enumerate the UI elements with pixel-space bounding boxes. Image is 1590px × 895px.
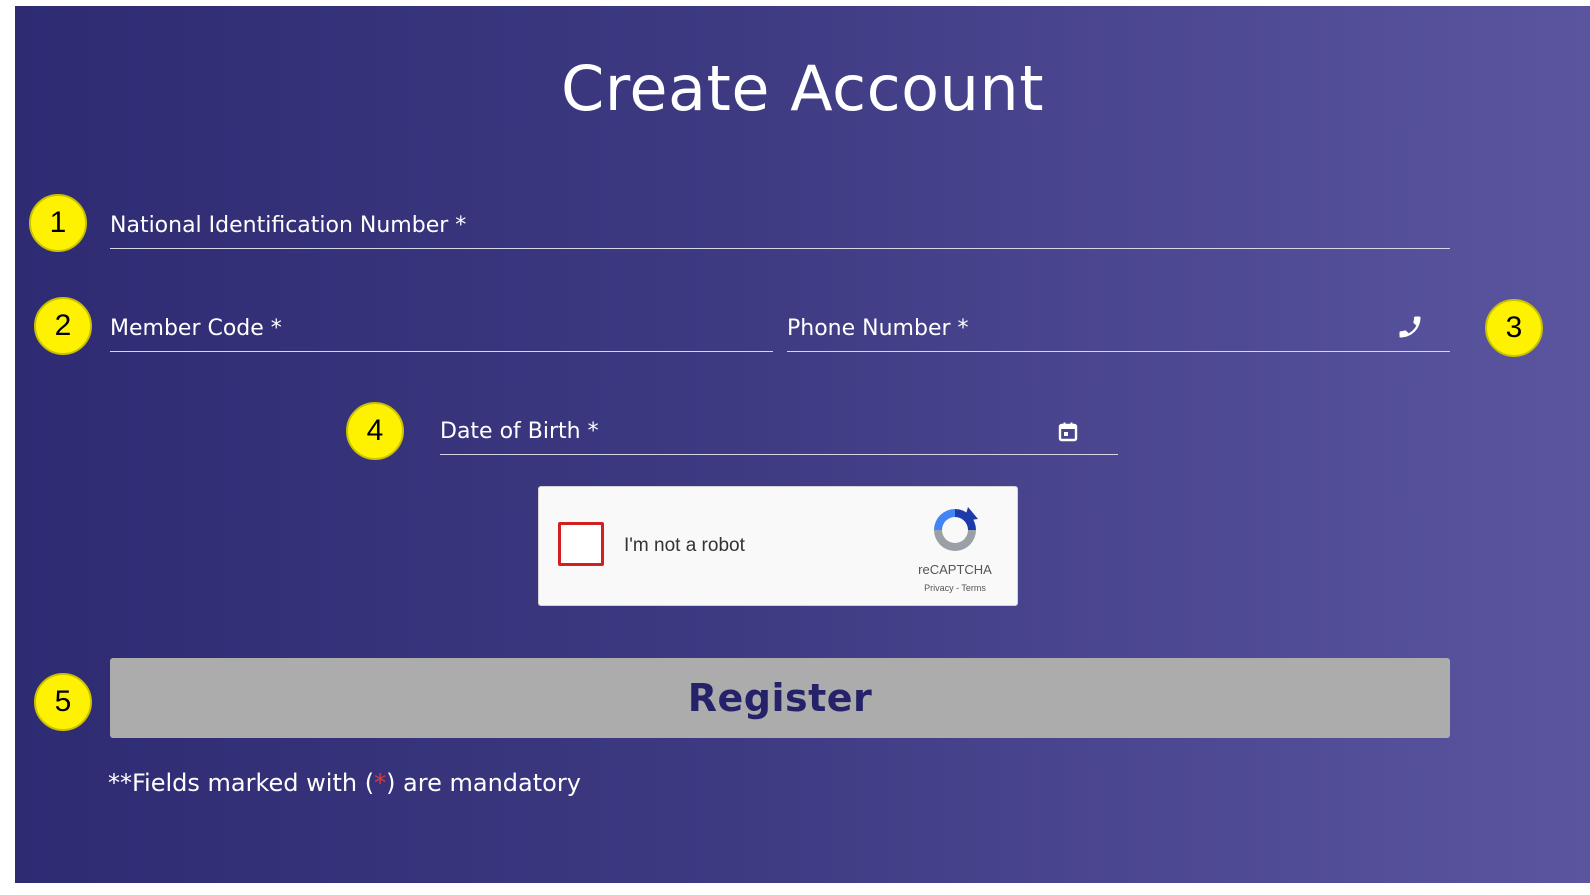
phone-number-label: Phone Number * — [787, 316, 969, 341]
register-button[interactable]: Register — [110, 658, 1450, 738]
recaptcha-logo-icon — [928, 503, 982, 557]
annotation-marker-1: 1 — [29, 194, 87, 252]
national-id-field[interactable]: National Identification Number * — [110, 198, 1450, 249]
recaptcha-links[interactable]: Privacy - Terms — [909, 583, 1001, 593]
note-prefix: **Fields marked with ( — [108, 769, 375, 797]
recaptcha-widget: I'm not a robot reCAPTCHA Privacy - Term… — [538, 486, 1018, 606]
recaptcha-label: I'm not a robot — [624, 535, 745, 556]
create-account-panel: Create Account National Identification N… — [15, 6, 1590, 883]
phone-icon — [1396, 313, 1424, 341]
calendar-icon[interactable] — [1056, 420, 1080, 444]
member-code-label: Member Code * — [110, 316, 282, 341]
national-id-label: National Identification Number * — [110, 213, 467, 238]
annotation-marker-5: 5 — [34, 673, 92, 731]
date-of-birth-label: Date of Birth * — [440, 419, 599, 444]
phone-number-field[interactable]: Phone Number * — [787, 301, 1450, 352]
annotation-marker-2: 2 — [34, 297, 92, 355]
annotation-marker-4: 4 — [346, 402, 404, 460]
recaptcha-checkbox[interactable] — [558, 522, 604, 566]
member-code-field[interactable]: Member Code * — [110, 301, 773, 352]
date-of-birth-field[interactable]: Date of Birth * — [440, 404, 1118, 455]
page-title: Create Account — [560, 52, 1045, 125]
note-suffix: ) are mandatory — [386, 769, 581, 797]
mandatory-fields-note: **Fields marked with (*) are mandatory — [108, 769, 581, 797]
note-required-star: * — [374, 769, 387, 797]
annotation-marker-3: 3 — [1485, 299, 1543, 357]
recaptcha-brand: reCAPTCHA — [918, 562, 992, 577]
